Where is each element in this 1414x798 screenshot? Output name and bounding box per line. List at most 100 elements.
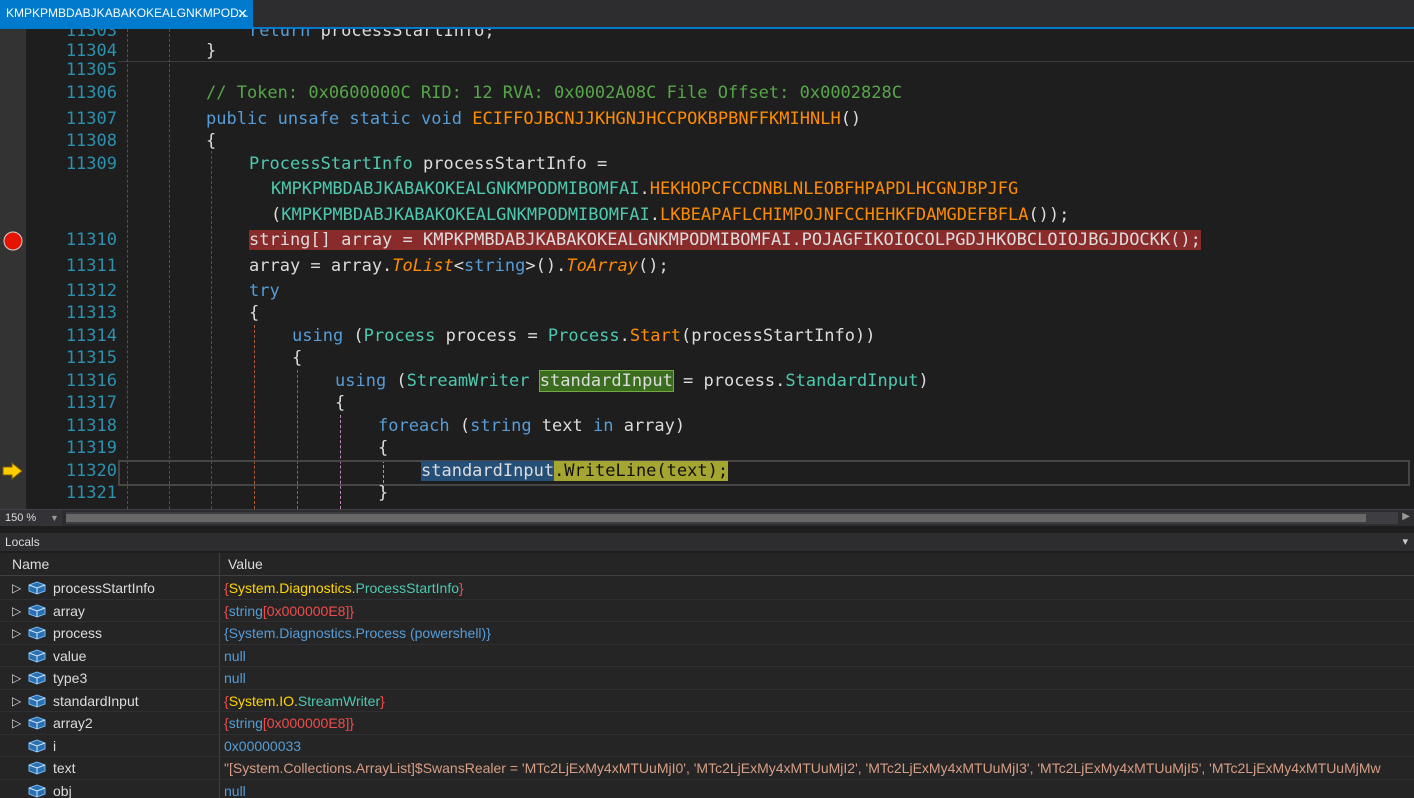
expand-arrow-icon[interactable]: ▷ bbox=[12, 577, 21, 599]
local-value[interactable]: {System.IO.StreamWriter} bbox=[224, 690, 1410, 712]
locals-row[interactable]: text "[System.Collections.ArrayList]$Swan… bbox=[0, 757, 1414, 780]
line-number: 11308 bbox=[65, 131, 117, 151]
local-name: i bbox=[53, 737, 57, 754]
local-variable-icon bbox=[28, 716, 46, 730]
current-line-highlight bbox=[118, 460, 1410, 486]
expand-arrow-icon[interactable]: ▷ bbox=[12, 712, 21, 734]
locals-title: Locals bbox=[5, 535, 40, 549]
scrollbar-thumb[interactable] bbox=[66, 514, 1366, 522]
line-number: 11311 bbox=[65, 256, 117, 276]
value-part: } bbox=[380, 692, 385, 709]
locals-row[interactable]: ▷ array {string[0x000000E8]} bbox=[0, 600, 1414, 622]
value-part: StreamWriter bbox=[297, 692, 381, 709]
locals-window-title: Locals ▾ bbox=[0, 533, 1414, 551]
local-name: standardInput bbox=[53, 692, 139, 709]
local-variable-icon bbox=[28, 693, 46, 708]
close-icon[interactable]: ✕ bbox=[237, 0, 248, 27]
code-line: { bbox=[249, 303, 260, 323]
expand-arrow-icon[interactable]: ▷ bbox=[12, 690, 21, 712]
local-value[interactable]: 0x00000033 bbox=[224, 735, 1410, 757]
expand-arrow-icon[interactable]: ▷ bbox=[12, 667, 21, 689]
indent-guide bbox=[297, 370, 298, 509]
local-variable-icon bbox=[28, 761, 46, 775]
locals-row[interactable]: ▷ type3 null bbox=[0, 667, 1414, 690]
local-value[interactable]: {string[0x000000E8]} bbox=[224, 712, 1410, 734]
scroll-right-icon[interactable]: ▶ bbox=[1402, 511, 1410, 522]
local-variable-icon bbox=[28, 671, 46, 685]
horizontal-scrollbar[interactable] bbox=[66, 512, 1398, 524]
line-number: 11306 bbox=[65, 83, 117, 103]
code-line: (KMPKPMBDABJKABAKOKEALGNKMPODMIBOMFAI.LK… bbox=[271, 205, 1070, 225]
code-editor[interactable]: 11303 11304 11305 11306 11307 11308 1130… bbox=[0, 29, 1414, 509]
locals-row[interactable]: value null bbox=[0, 645, 1414, 667]
local-value[interactable]: null bbox=[224, 645, 1410, 667]
expand-arrow-icon[interactable]: ▷ bbox=[12, 600, 21, 622]
name-column-header[interactable]: Name bbox=[12, 553, 49, 575]
local-variable-icon bbox=[28, 648, 46, 663]
line-number: 11316 bbox=[65, 371, 117, 391]
value-column-header[interactable]: Value bbox=[228, 553, 263, 575]
locals-row[interactable]: ▷ processStartInfo {System.Diagnostics.Pro… bbox=[0, 577, 1414, 600]
local-name: array2 bbox=[53, 715, 93, 731]
expand-arrow-icon[interactable]: ▷ bbox=[12, 622, 21, 644]
value-part: [0x000000E8] bbox=[262, 602, 350, 619]
line-number: 11320 bbox=[65, 461, 117, 481]
chevron-down-icon[interactable]: ▾ bbox=[1402, 533, 1408, 551]
local-value[interactable]: null bbox=[224, 780, 1410, 798]
code-line: return processStartInfo; bbox=[249, 29, 495, 41]
code-line: using (StreamWriter standardInput = proc… bbox=[335, 370, 929, 392]
local-value[interactable]: {System.Diagnostics.Process (powershell)… bbox=[224, 622, 1410, 644]
value-part: string bbox=[228, 602, 263, 619]
code-line: { bbox=[292, 348, 303, 368]
zoom-value: 150 % bbox=[5, 512, 37, 524]
local-value[interactable]: "[System.Collections.ArrayList]$SwansRea… bbox=[224, 757, 1410, 779]
document-tab-bar: KMPKPMBDABJKABAKOKEALGNKMPOD... ✕ bbox=[0, 0, 1414, 29]
local-name: type3 bbox=[53, 670, 88, 686]
value-part: ProcessStartInfo bbox=[355, 580, 460, 596]
indicator-margin[interactable] bbox=[0, 29, 26, 509]
code-line: using (Process process = Process.Start(p… bbox=[292, 326, 876, 346]
zoom-dropdown[interactable]: 150 % ▼ bbox=[0, 510, 62, 526]
local-value[interactable]: {string[0x000000E8]} bbox=[224, 600, 1410, 622]
local-name: process bbox=[53, 625, 103, 641]
line-number: 11321 bbox=[65, 483, 117, 503]
value-part: } bbox=[459, 580, 464, 596]
value-part: } bbox=[349, 715, 355, 731]
local-value[interactable]: {System.Diagnostics.ProcessStartInfo} bbox=[224, 577, 1410, 599]
locals-row[interactable]: ▷ process {System.Diagnostics.Process (pow… bbox=[0, 622, 1414, 645]
local-value[interactable]: null bbox=[224, 667, 1410, 689]
locals-column-header: Name Value bbox=[0, 553, 1414, 576]
local-name: text bbox=[53, 760, 76, 776]
current-statement-line: standardInput.WriteLine(text); bbox=[421, 461, 729, 481]
tab-title: KMPKPMBDABJKABAKOKEALGNKMPOD... bbox=[6, 6, 249, 20]
line-number: 11319 bbox=[65, 438, 117, 458]
value-part: System.Diagnostics. bbox=[228, 580, 356, 596]
line-number: 11315 bbox=[65, 348, 117, 368]
local-variable-icon bbox=[28, 581, 46, 595]
locals-grid[interactable]: Name Value ▷ processStartInfo {System.Diag… bbox=[0, 553, 1414, 798]
value-part: string bbox=[228, 715, 263, 731]
locals-row[interactable]: ▷ standardInput {System.IO.StreamWriter} bbox=[0, 690, 1414, 712]
code-line: KMPKPMBDABJKABAKOKEALGNKMPODMIBOMFAI.HEK… bbox=[271, 179, 1019, 199]
locals-row[interactable]: ▷ array2 {string[0x000000E8]} bbox=[0, 712, 1414, 735]
local-name: processStartInfo bbox=[53, 580, 155, 596]
code-line: ProcessStartInfo processStartInfo = bbox=[249, 154, 608, 174]
locals-row[interactable]: obj null bbox=[0, 780, 1414, 798]
local-variable-icon bbox=[28, 626, 46, 640]
indent-guide bbox=[127, 29, 128, 509]
local-name: value bbox=[53, 647, 87, 664]
code-line: } bbox=[206, 41, 217, 61]
locals-row[interactable]: i 0x00000033 bbox=[0, 735, 1414, 757]
chevron-down-icon: ▼ bbox=[50, 513, 59, 523]
code-line: } bbox=[378, 483, 389, 503]
code-comment: // Token: 0x0600000C RID: 12 RVA: 0x0002… bbox=[206, 83, 902, 103]
local-variable-icon bbox=[28, 738, 46, 753]
indent-guide bbox=[169, 29, 170, 509]
line-number: 11309 bbox=[65, 154, 117, 174]
document-tab[interactable]: KMPKPMBDABJKABAKOKEALGNKMPOD... ✕ bbox=[0, 0, 253, 27]
line-number: 11312 bbox=[65, 281, 117, 301]
breakpoint-line: string[] array = KMPKPMBDABJKABAKOKEALGN… bbox=[249, 230, 1201, 250]
breakpoint-icon[interactable] bbox=[3, 231, 23, 251]
local-name: obj bbox=[53, 782, 72, 798]
line-number: 11313 bbox=[65, 303, 117, 323]
